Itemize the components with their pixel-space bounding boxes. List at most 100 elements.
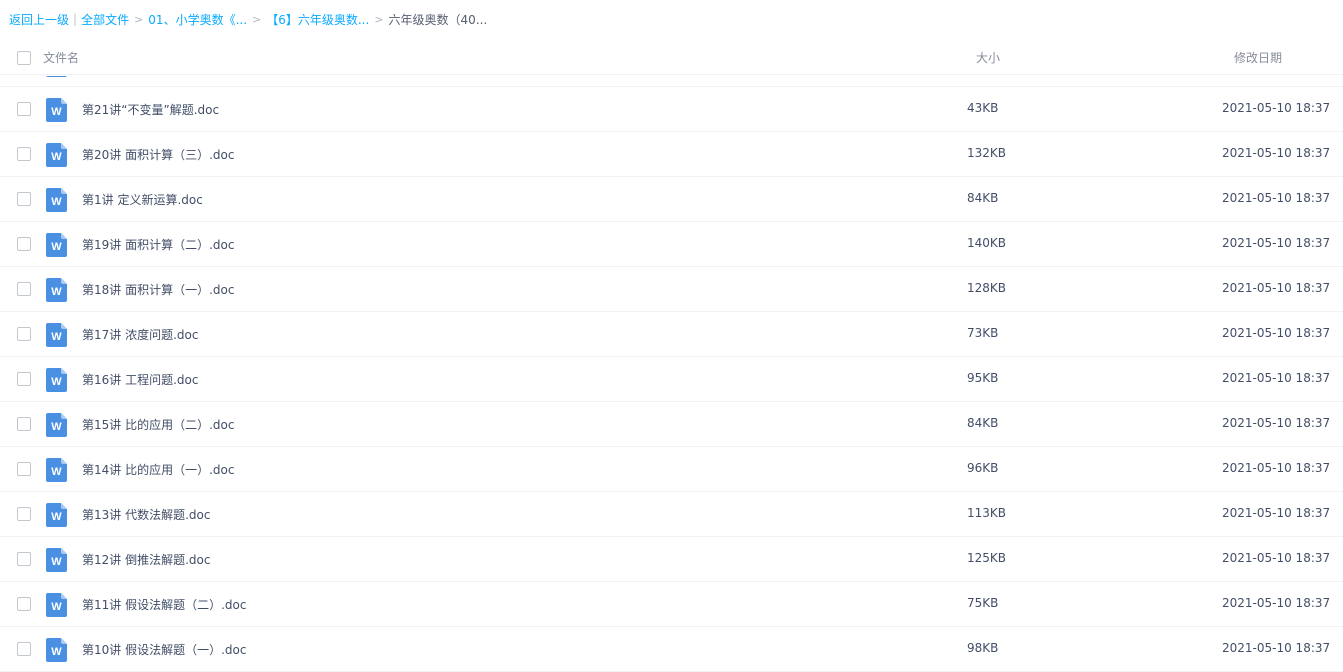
- row-checkbox[interactable]: [17, 642, 31, 656]
- word-doc-icon: [46, 76, 67, 77]
- file-row[interactable]: W 第12讲 倒推法解题.doc 125KB 2021-05-10 18:37: [0, 537, 1343, 582]
- file-row[interactable]: W 第13讲 代数法解题.doc 113KB 2021-05-10 18:37: [0, 492, 1343, 537]
- file-name[interactable]: 第11讲 假设法解题（二）.doc: [82, 596, 246, 613]
- file-size: 75KB: [967, 596, 999, 610]
- file-row[interactable]: W 第20讲 面积计算（三）.doc 132KB 2021-05-10 18:3…: [0, 132, 1343, 177]
- word-doc-icon: W: [46, 593, 67, 617]
- file-size: 96KB: [967, 461, 999, 475]
- word-doc-icon: W: [46, 503, 67, 527]
- file-row[interactable]: W 第17讲 浓度问题.doc 73KB 2021-05-10 18:37: [0, 312, 1343, 357]
- header-name[interactable]: 文件名: [43, 49, 79, 66]
- row-checkbox[interactable]: [17, 597, 31, 611]
- file-name[interactable]: 第16讲 工程问题.doc: [82, 371, 198, 388]
- word-doc-icon: W: [46, 98, 67, 122]
- file-list: W 第21讲“不变量”解题.doc 43KB 2021-05-10 18:37 …: [0, 87, 1343, 672]
- file-list-header: 文件名 大小 修改日期: [0, 40, 1343, 75]
- file-date: 2021-05-10 18:37: [1222, 416, 1331, 430]
- back-link[interactable]: 返回上一级: [9, 11, 69, 28]
- file-size: 140KB: [967, 236, 1007, 250]
- breadcrumb-crumb2[interactable]: 【6】六年级奥数...: [266, 11, 369, 28]
- breadcrumb-separator: >: [134, 12, 144, 26]
- row-checkbox[interactable]: [17, 552, 31, 566]
- word-doc-icon: W: [46, 323, 67, 347]
- file-size: 95KB: [967, 371, 999, 385]
- svg-text:W: W: [51, 331, 62, 343]
- file-row[interactable]: W 第19讲 面积计算（二）.doc 140KB 2021-05-10 18:3…: [0, 222, 1343, 267]
- svg-text:W: W: [51, 466, 62, 478]
- svg-text:W: W: [51, 421, 62, 433]
- file-size: 132KB: [967, 146, 1007, 160]
- file-date: 2021-05-10 18:37: [1222, 101, 1331, 115]
- word-doc-icon: W: [46, 233, 67, 257]
- word-doc-icon: W: [46, 368, 67, 392]
- file-name[interactable]: 第1讲 定义新运算.doc: [82, 191, 203, 208]
- file-size: 125KB: [967, 551, 1007, 565]
- word-doc-icon: W: [46, 458, 67, 482]
- row-checkbox[interactable]: [17, 462, 31, 476]
- breadcrumb-current: 六年级奥数（40...: [388, 12, 488, 27]
- file-date: 2021-05-10 18:37: [1222, 236, 1331, 250]
- file-size: 84KB: [967, 416, 999, 430]
- svg-text:W: W: [51, 376, 62, 388]
- file-date: 2021-05-10 18:37: [1222, 146, 1331, 160]
- row-checkbox[interactable]: [17, 102, 31, 116]
- file-name[interactable]: 第15讲 比的应用（二）.doc: [82, 416, 234, 433]
- svg-text:W: W: [51, 556, 62, 568]
- file-name[interactable]: 第19讲 面积计算（二）.doc: [82, 236, 234, 253]
- breadcrumb-all-files[interactable]: 全部文件: [81, 11, 129, 28]
- file-name[interactable]: 第14讲 比的应用（一）.doc: [82, 461, 234, 478]
- row-checkbox[interactable]: [17, 372, 31, 386]
- breadcrumb: 返回上一级 | 全部文件 > 01、小学奥数《... > 【6】六年级奥数...…: [9, 11, 487, 27]
- word-doc-icon: W: [46, 188, 67, 212]
- word-doc-icon: W: [46, 278, 67, 302]
- file-row[interactable]: W 第15讲 比的应用（二）.doc 84KB 2021-05-10 18:37: [0, 402, 1343, 447]
- breadcrumb-separator: >: [374, 12, 384, 26]
- file-row[interactable]: W 第14讲 比的应用（一）.doc 96KB 2021-05-10 18:37: [0, 447, 1343, 492]
- file-row[interactable]: W 第11讲 假设法解题（二）.doc 75KB 2021-05-10 18:3…: [0, 582, 1343, 627]
- row-checkbox[interactable]: [17, 192, 31, 206]
- word-doc-icon: W: [46, 143, 67, 167]
- file-name[interactable]: 第12讲 倒推法解题.doc: [82, 551, 210, 568]
- svg-text:W: W: [51, 106, 62, 118]
- file-size: 128KB: [967, 281, 1007, 295]
- file-row[interactable]: W 第21讲“不变量”解题.doc 43KB 2021-05-10 18:37: [0, 87, 1343, 132]
- partial-row-scrolled: [0, 76, 1343, 87]
- file-date: 2021-05-10 18:37: [1222, 191, 1331, 205]
- file-date: 2021-05-10 18:37: [1222, 281, 1331, 295]
- row-checkbox[interactable]: [17, 327, 31, 341]
- svg-text:W: W: [51, 601, 62, 613]
- file-row[interactable]: W 第1讲 定义新运算.doc 84KB 2021-05-10 18:37: [0, 177, 1343, 222]
- word-doc-icon: W: [46, 413, 67, 437]
- file-name[interactable]: 第17讲 浓度问题.doc: [82, 326, 198, 343]
- svg-text:W: W: [51, 151, 62, 163]
- file-row[interactable]: W 第10讲 假设法解题（一）.doc 98KB 2021-05-10 18:3…: [0, 627, 1343, 672]
- file-size: 73KB: [967, 326, 999, 340]
- header-date[interactable]: 修改日期: [1234, 49, 1282, 66]
- breadcrumb-separator: >: [252, 12, 262, 26]
- row-checkbox[interactable]: [17, 282, 31, 296]
- row-checkbox[interactable]: [17, 147, 31, 161]
- svg-text:W: W: [51, 286, 62, 298]
- file-date: 2021-05-10 18:37: [1222, 461, 1331, 475]
- file-name[interactable]: 第18讲 面积计算（一）.doc: [82, 281, 234, 298]
- file-name[interactable]: 第20讲 面积计算（三）.doc: [82, 146, 234, 163]
- file-date: 2021-05-10 18:37: [1222, 551, 1331, 565]
- select-all-checkbox[interactable]: [17, 51, 31, 65]
- row-checkbox[interactable]: [17, 507, 31, 521]
- file-date: 2021-05-10 18:37: [1222, 506, 1331, 520]
- file-row[interactable]: W 第16讲 工程问题.doc 95KB 2021-05-10 18:37: [0, 357, 1343, 402]
- breadcrumb-crumb1[interactable]: 01、小学奥数《...: [148, 11, 247, 28]
- header-size[interactable]: 大小: [976, 49, 1000, 66]
- word-doc-icon: W: [46, 638, 67, 662]
- svg-text:W: W: [51, 196, 62, 208]
- file-row[interactable]: W 第18讲 面积计算（一）.doc 128KB 2021-05-10 18:3…: [0, 267, 1343, 312]
- row-checkbox[interactable]: [17, 237, 31, 251]
- file-date: 2021-05-10 18:37: [1222, 641, 1331, 655]
- file-size: 98KB: [967, 641, 999, 655]
- row-checkbox[interactable]: [17, 417, 31, 431]
- file-name[interactable]: 第13讲 代数法解题.doc: [82, 506, 210, 523]
- file-name[interactable]: 第21讲“不变量”解题.doc: [82, 101, 219, 118]
- svg-text:W: W: [51, 241, 62, 253]
- file-name[interactable]: 第10讲 假设法解题（一）.doc: [82, 641, 246, 658]
- file-size: 113KB: [967, 506, 1007, 520]
